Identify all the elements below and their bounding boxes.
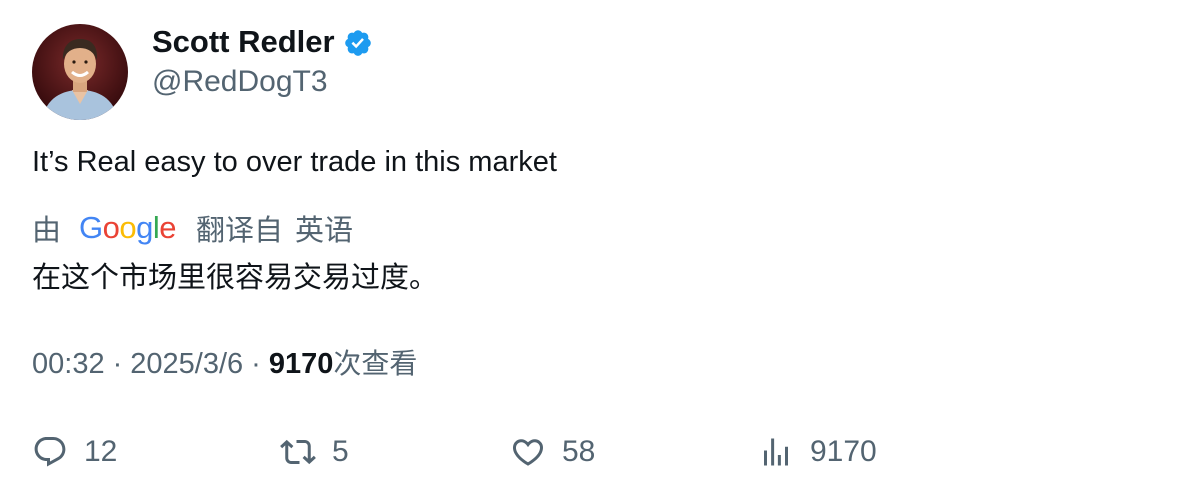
- retweet-count: 5: [332, 435, 349, 468]
- tweet-time[interactable]: 00:32: [32, 344, 105, 384]
- translated-text: 在这个市场里很容易交易过度。: [32, 260, 439, 294]
- views-button[interactable]: 9170: [758, 430, 877, 474]
- bar-chart-icon: [764, 438, 788, 466]
- tweet-text: It’s Real easy to over trade in this mar…: [32, 146, 557, 178]
- retweet-button[interactable]: 5: [280, 430, 349, 474]
- reply-icon: [34, 437, 66, 467]
- translation-label: 翻译自: [196, 213, 284, 247]
- retweet-icon: [280, 439, 316, 465]
- google-logo-icon: Google: [79, 210, 177, 245]
- author-display-name[interactable]: Scott Redler: [152, 22, 335, 62]
- reply-button[interactable]: 12: [32, 430, 117, 474]
- like-button[interactable]: 58: [510, 430, 595, 474]
- action-bar: 12 5 58 9170: [0, 430, 1196, 474]
- meta-separator: ·: [112, 348, 123, 380]
- verified-badge-icon[interactable]: [343, 28, 373, 58]
- views-label: 次查看: [333, 347, 418, 380]
- translation-prefix: 由: [32, 213, 62, 247]
- tweet-date[interactable]: 2025/3/6: [130, 344, 243, 384]
- author-name-row[interactable]: Scott Redler: [152, 22, 373, 62]
- translation-attribution: 由 Google 翻译自 英语: [32, 206, 353, 250]
- tweet-meta: 00:32 · 2025/3/6 · 9170 次查看: [32, 344, 417, 384]
- heart-icon: [512, 439, 544, 466]
- like-count: 58: [562, 435, 596, 468]
- views-count: 9170: [268, 348, 334, 380]
- author-handle[interactable]: @RedDogT3: [152, 62, 328, 102]
- avatar[interactable]: [32, 24, 128, 120]
- views-action-count: 9170: [810, 435, 877, 468]
- translation-source-language: 英语: [295, 213, 354, 247]
- avatar-image: [42, 39, 118, 120]
- reply-count: 12: [84, 435, 118, 468]
- meta-separator: ·: [251, 348, 261, 380]
